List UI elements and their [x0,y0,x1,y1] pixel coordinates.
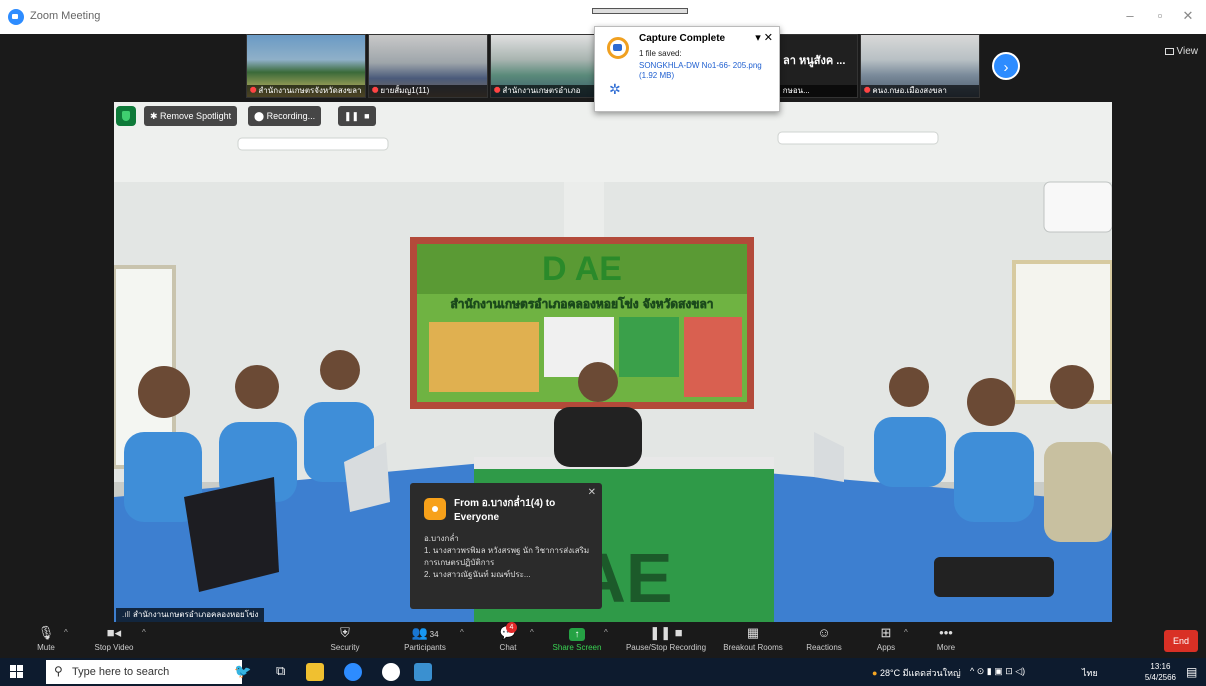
more-button[interactable]: ••• More [930,624,962,658]
banner-office-name: สำนักงานเกษตรอำเภอคลองหอยโข่ง จังหวัดสงข… [450,296,713,311]
close-icon[interactable]: ✕ [588,487,596,498]
apps-button[interactable]: ⊞ Apps ^ [872,624,908,658]
chat-button[interactable]: 💬 4 Chat ^ [490,622,534,658]
thumbnail-name-overlay: ลา หนูสังค ... [783,55,846,67]
participant-thumbnail[interactable]: ⯃ ยายสั้มญ1(11) [368,34,488,98]
thumbnail-label: สำนักงานเกษตรอำเภอ [502,86,581,95]
taskbar-clock[interactable]: 13:16 5/4/2566 [1145,661,1176,683]
search-icon: ⚲ [54,664,63,678]
microphone-icon: 🎙 [37,625,55,640]
pause-stop-icon: ❚❚ ■ [649,625,683,640]
meeting-room-scene: D AE สำนักงานเกษตรอำเภอคลองหอยโข่ง จังหว… [114,102,1112,622]
chat-message-icon [424,498,446,520]
captured-file-link[interactable]: SONGKHLA-DW No1-66- 205.png (1.92 MB) [639,61,769,81]
chat-sender: From อ.บางกล่ำ1(4) to Everyone [454,498,556,523]
participants-button[interactable]: 👥 34 Participants ^ [398,624,464,658]
stop-video-button[interactable]: ■◂ Stop Video ^ [88,624,146,658]
file-explorer-icon[interactable] [306,663,324,681]
zoom-window: Zoom Meeting – ▫ ✕ ⯃ สำนักงานเกษตรจังหวัด… [0,0,1206,686]
thumbnail-label: สำนักงานเกษตรจังหวัดสงขลา [258,86,362,95]
zoom-taskbar-icon[interactable] [344,663,362,681]
participant-thumbnail[interactable]: ⯃ สำนักงานเกษตรอำเภอ [490,34,610,98]
chrome-icon[interactable] [382,663,400,681]
notifications-icon[interactable]: ▤ [1186,665,1197,679]
capture-complete-popup: ✲ Capture Complete ▾ ✕ 1 file saved: SON… [594,26,780,112]
maximize-icon[interactable]: ▫ [1150,8,1170,23]
share-screen-button[interactable]: ↑ Share Screen ^ [548,624,608,658]
photos-icon[interactable] [414,663,432,681]
close-icon[interactable]: ✕ [1178,8,1198,24]
end-meeting-button[interactable]: End [1164,630,1198,652]
more-dots-icon: ••• [939,625,953,640]
main-speaker-video: D AE สำนักงานเกษตรอำเภอคลองหอยโข่ง จังหว… [114,102,1112,622]
bird-widget-icon[interactable]: 🐦 [234,663,264,681]
minimize-icon[interactable]: – [1120,8,1140,23]
windows-taskbar: ⚲ Type here to search 🐦 ⧉ ● 28°C มีแดดส่… [0,658,1206,686]
chevron-up-icon[interactable]: ^ [142,628,146,637]
capture-title: Capture Complete [639,33,726,44]
mute-button[interactable]: 🎙 Mute ^ [28,624,68,658]
chevron-up-icon[interactable]: ^ [64,628,68,637]
remove-spotlight-button[interactable]: ✱ Remove Spotlight [144,106,238,126]
apps-icon: ⊞ [880,625,892,640]
breakout-rooms-icon: ▦ [746,625,760,640]
weather-widget[interactable]: ● 28°C มีแดดส่วนใหญ่ [872,666,961,680]
shield-icon: ⛨ [340,625,350,640]
share-screen-icon: ↑ [569,628,585,641]
chevron-up-icon[interactable]: ^ [530,628,534,637]
chevron-up-icon[interactable]: ^ [604,628,608,637]
security-button[interactable]: ⛨ Security [322,624,368,658]
encryption-shield-icon [116,106,136,126]
window-title: Zoom Meeting [30,10,101,22]
capture-app-icon [607,37,629,59]
search-placeholder: Type here to search [72,666,170,678]
next-page-arrow-icon[interactable]: › [992,52,1020,80]
recording-pause-stop-controls[interactable]: ❚❚ ■ [338,106,376,126]
chat-message-text: อ.บางกล่ำ 1. นางสาวพรพิมล หวังสรพฐ นัก ว… [424,534,590,579]
view-button[interactable]: View [1164,46,1198,57]
windows-start-icon[interactable] [10,665,24,679]
reactions-button[interactable]: ☺ Reactions [802,624,846,658]
active-speaker-label: .ıll สำนักงานเกษตรอำเภอคลองหอยโข่ง [116,608,265,622]
thumbnail-label: ยายสั้มญ1(11) [380,86,430,95]
capture-popup-controls[interactable]: ▾ ✕ [755,31,773,44]
participant-thumbnail[interactable]: ⯃ สำนักงานเกษตรจังหวัดสงขลา [246,34,366,98]
chat-notification[interactable]: From อ.บางกล่ำ1(4) to Everyone ✕ อ.บางกล… [410,483,602,609]
chat-unread-badge: 4 [506,622,517,633]
thumbnail-label: คนง.กษอ.เมืองสงขลา [872,86,947,95]
capture-subtitle: 1 file saved: [639,49,682,58]
system-tray-icons[interactable]: ^ ⊙ ▮ ▣ ⊡ ◁) [970,666,1025,677]
zoom-logo-icon [8,9,24,25]
window-drag-handle[interactable] [592,8,688,14]
chevron-up-icon[interactable]: ^ [904,628,908,637]
participants-icon: 👥 [411,625,428,640]
taskbar-search-box[interactable]: ⚲ Type here to search [46,660,242,684]
participants-count: 34 [429,630,439,639]
smiley-icon: ☺ [817,625,831,640]
recording-indicator: ⬤ Recording... [248,106,322,126]
chevron-up-icon[interactable]: ^ [460,628,464,637]
task-view-icon[interactable]: ⧉ [276,663,294,681]
banner-logo: D AE [542,250,622,288]
meeting-toolbar: 🎙 Mute ^ ■◂ Stop Video ^ ⛨ Security 👥 34 … [0,622,1206,658]
breakout-rooms-button[interactable]: ▦ Breakout Rooms [720,624,786,658]
video-camera-icon: ■◂ [106,625,122,640]
gear-icon[interactable]: ✲ [609,81,621,98]
participant-thumbnail[interactable]: ⯃ คนง.กษอ.เมืองสงขลา [860,34,980,98]
pause-stop-recording-button[interactable]: ❚❚ ■ Pause/Stop Recording [620,624,712,658]
input-language[interactable]: ไทย [1082,666,1098,680]
